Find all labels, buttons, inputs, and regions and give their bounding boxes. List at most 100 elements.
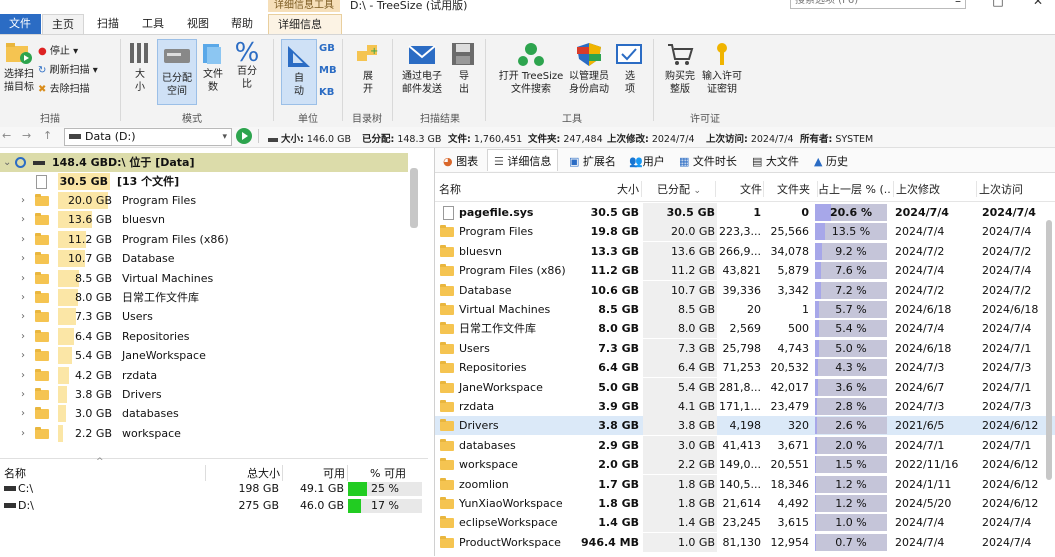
tab-extensions[interactable]: ▣ 扩展名 <box>569 153 616 169</box>
open-treesize-search-button[interactable]: 打开 TreeSize 文件搜索 <box>496 41 566 96</box>
tab-scan[interactable]: 扫描 <box>88 14 128 34</box>
drive-col-free[interactable]: 可用 <box>282 465 345 481</box>
tree-item[interactable]: › 11.2 GB Program Files (x86) <box>0 230 408 249</box>
tab-help[interactable]: 帮助 <box>222 14 262 34</box>
chevron-right-icon[interactable]: › <box>21 210 25 229</box>
maximize-button[interactable]: □ <box>988 0 1008 8</box>
chevron-right-icon[interactable]: › <box>21 307 25 326</box>
col-percent-parent[interactable]: 占上一层 % (... <box>817 181 890 197</box>
back-icon[interactable]: ← <box>2 129 11 142</box>
col-last-accessed[interactable]: 上次访问 <box>976 181 1023 197</box>
col-name[interactable]: 名称 <box>439 181 461 197</box>
enter-license-key-button[interactable]: 输入许可 证密钥 <box>700 41 744 96</box>
table-row[interactable]: YunXiaoWorkspace 1.8 GB 1.8 GB 21,614 4,492 1… <box>435 494 1055 513</box>
mode-percent-button[interactable]: % 百分 比 <box>232 40 262 91</box>
tab-details-view[interactable]: ☰ 详细信息 <box>487 149 559 171</box>
col-size[interactable]: 大小 <box>567 181 642 197</box>
forward-icon[interactable]: → <box>22 129 31 142</box>
run-as-admin-button[interactable]: 以管理员 身份启动 <box>567 41 611 96</box>
drive-row[interactable]: D:\ 275 GB 46.0 GB 17 % <box>0 498 428 514</box>
table-row[interactable]: databases 2.9 GB 3.0 GB 41,413 3,671 2.0 % 202… <box>435 435 1055 455</box>
table-row[interactable]: Repositories 6.4 GB 6.4 GB 71,253 20,532 4.3 … <box>435 358 1055 378</box>
tab-details[interactable]: 详细信息 <box>268 14 342 35</box>
mode-allocated-button[interactable]: 已分配 空间 <box>157 39 197 105</box>
col-folders[interactable]: 文件夹 <box>763 181 810 197</box>
options-button[interactable]: 选 项 <box>615 41 645 96</box>
table-row[interactable]: bluesvn 13.3 GB 13.6 GB 266,9... 34,078 9.2 %… <box>435 241 1055 261</box>
table-row[interactable]: workspace 2.0 GB 2.2 GB 149,0... 20,551 1.5 %… <box>435 455 1055 475</box>
chevron-right-icon[interactable]: › <box>21 249 25 268</box>
chevron-right-icon[interactable]: › <box>21 346 25 365</box>
chevron-right-icon[interactable]: › <box>21 366 25 385</box>
table-row[interactable]: rzdata 3.9 GB 4.1 GB 171,1... 23,479 2.8 % 202… <box>435 397 1055 416</box>
minimize-button[interactable]: – <box>948 0 968 8</box>
table-row[interactable]: 日常工作文件库 8.0 GB 8.0 GB 2,569 500 5.4 % 2024/7/4… <box>435 319 1055 339</box>
unit-auto-button[interactable]: 自 动 <box>281 39 317 105</box>
buy-full-version-button[interactable]: 购买完 整版 <box>660 41 700 96</box>
col-files[interactable]: 文件 <box>715 181 762 197</box>
select-scan-target-button[interactable]: 选择扫 描目标 <box>2 39 36 94</box>
tree-item[interactable]: › 5.4 GB JaneWorkspace <box>0 346 408 365</box>
tab-large-files[interactable]: ▤ 大文件 <box>752 153 799 169</box>
table-row[interactable]: JaneWorkspace 5.0 GB 5.4 GB 281,8... 42,017 3… <box>435 377 1055 397</box>
chevron-right-icon[interactable]: › <box>21 230 25 249</box>
refresh-scan-button[interactable]: ↻ 刷新扫描 ▾ <box>38 61 98 76</box>
up-icon[interactable]: ↑ <box>43 129 52 142</box>
mode-size-button[interactable]: 大 小 <box>126 41 154 94</box>
expand-button[interactable]: + 展 开 <box>353 41 383 96</box>
mode-files-button[interactable]: 文件 数 <box>199 41 227 94</box>
tab-history[interactable]: ▲ 历史 <box>814 153 848 169</box>
tree-item[interactable]: › 8.0 GB 日常工作文件库 <box>0 288 408 307</box>
tree-item[interactable]: › 13.6 GB bluesvn <box>0 210 408 229</box>
start-scan-button[interactable] <box>236 128 252 144</box>
drive-col-pct[interactable]: % 可用 <box>347 465 428 481</box>
send-email-button[interactable]: 通过电子 邮件发送 <box>398 41 446 96</box>
search-input[interactable]: 搜索选项 (F6) <box>790 0 966 9</box>
tab-tools[interactable]: 工具 <box>133 14 173 34</box>
table-row[interactable]: pagefile.sys 30.5 GB 30.5 GB 1 0 20.6 % 2024/7… <box>435 203 1055 222</box>
tab-file[interactable]: 文件 <box>0 14 41 34</box>
table-row[interactable]: Virtual Machines 8.5 GB 8.5 GB 20 1 5.7 % 2024… <box>435 300 1055 319</box>
tab-file-age[interactable]: ▦ 文件时长 <box>679 153 737 169</box>
tree-root-row[interactable]: ⌄ 148.4 GB D:\ 位于 [Data] <box>0 153 408 172</box>
close-button[interactable]: ✕ <box>1028 0 1048 8</box>
table-row[interactable]: Database 10.6 GB 10.7 GB 39,336 3,342 7.2 % 20… <box>435 280 1055 300</box>
col-last-modified[interactable]: 上次修改 <box>893 181 940 197</box>
tree-item[interactable]: › 2.2 GB workspace <box>0 424 408 443</box>
tab-view[interactable]: 视图 <box>178 14 218 34</box>
tab-chart[interactable]: ◕ 图表 <box>443 153 478 169</box>
chevron-right-icon[interactable]: › <box>21 269 25 288</box>
drive-select[interactable]: Data (D:) ▾ <box>64 128 232 146</box>
chevron-right-icon[interactable]: › <box>21 404 25 423</box>
table-row[interactable]: Users 7.3 GB 7.3 GB 25,798 4,743 5.0 % 2024/6/… <box>435 338 1055 358</box>
tree-item[interactable]: › 8.5 GB Virtual Machines <box>0 269 408 288</box>
table-row[interactable]: zoomlion 1.7 GB 1.8 GB 140,5... 18,346 1.2 % 2… <box>435 474 1055 494</box>
details-scrollbar[interactable] <box>1046 220 1052 480</box>
tab-users[interactable]: 👥用户 <box>629 153 665 169</box>
chevron-right-icon[interactable]: › <box>21 385 25 404</box>
tree-scrollbar[interactable] <box>410 168 418 228</box>
chevron-right-icon[interactable]: › <box>21 288 25 307</box>
table-row[interactable]: Program Files (x86) 11.2 GB 11.2 GB 43,821 5… <box>435 261 1055 281</box>
tree-item[interactable]: › 4.2 GB rzdata <box>0 366 408 385</box>
chevron-down-icon[interactable]: ⌄ <box>3 153 11 172</box>
chevron-right-icon[interactable]: › <box>21 191 25 210</box>
drive-col-name[interactable]: 名称 <box>4 465 26 481</box>
drive-row[interactable]: C:\ 198 GB 49.1 GB 25 % <box>0 481 428 497</box>
tree-item[interactable]: › 7.3 GB Users <box>0 307 408 326</box>
unit-kb-button[interactable]: KB <box>319 87 334 98</box>
unit-mb-button[interactable]: MB <box>319 65 337 76</box>
tree-files-row[interactable]: 30.5 GB [13 个文件] <box>0 172 408 191</box>
tree-item[interactable]: › 6.4 GB Repositories <box>0 327 408 346</box>
table-row[interactable]: eclipseWorkspace 1.4 GB 1.4 GB 23,245 3,615 1… <box>435 513 1055 533</box>
tree-item[interactable]: › 3.0 GB databases <box>0 404 408 423</box>
table-row[interactable]: Program Files 19.8 GB 20.0 GB 223,3... 25,56… <box>435 222 1055 242</box>
col-allocated[interactable]: 已分配 ⌄ <box>643 181 701 197</box>
tab-home[interactable]: 主页 <box>42 14 84 35</box>
remove-scan-button[interactable]: ✖ 去除扫描 <box>38 80 90 95</box>
drive-col-total[interactable]: 总大小 <box>205 465 280 481</box>
table-row[interactable]: Drivers 3.8 GB 3.8 GB 4,198 320 2.6 % 2021/6/5… <box>435 416 1055 436</box>
unit-gb-button[interactable]: GB <box>319 43 335 54</box>
chevron-right-icon[interactable]: › <box>21 327 25 346</box>
stop-button[interactable]: ● 停止 ▾ <box>38 42 78 57</box>
